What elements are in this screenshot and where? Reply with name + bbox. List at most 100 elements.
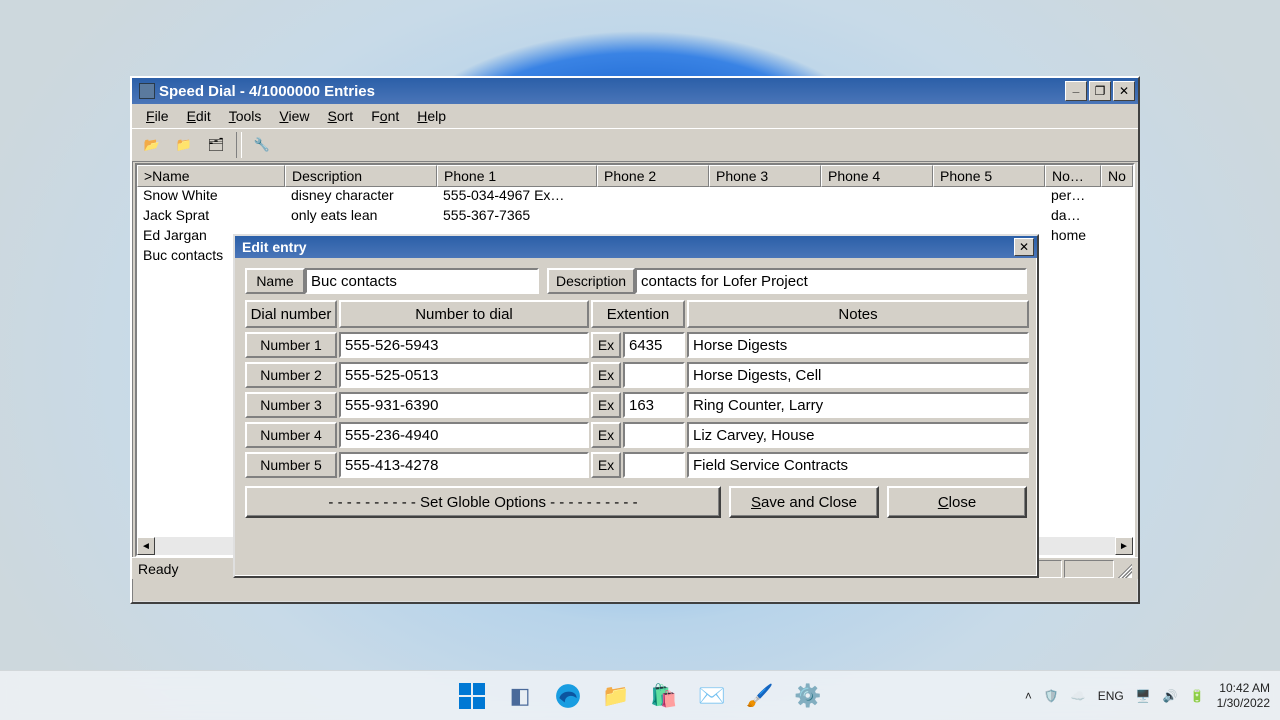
app-icon bbox=[139, 83, 155, 99]
notes3-input[interactable] bbox=[687, 392, 1029, 418]
edge-icon[interactable] bbox=[548, 676, 588, 716]
name-field[interactable] bbox=[311, 273, 533, 290]
minimize-button[interactable]: _ bbox=[1065, 81, 1087, 101]
menu-bar: File Edit Tools View Sort Font Help bbox=[132, 104, 1138, 128]
cell-phone3 bbox=[709, 207, 821, 227]
tray-weather-icon[interactable]: ☁️ bbox=[1071, 689, 1086, 703]
close-button[interactable]: ✕ bbox=[1113, 81, 1135, 101]
notes5-input[interactable] bbox=[687, 452, 1029, 478]
taskbar[interactable]: ◧ 📁 🛍️ ✉️ 🖌️ ⚙️ ˄ 🛡️ ☁️ ENG 🖥️ 🔊 🔋 10:42… bbox=[0, 670, 1280, 720]
app-icon[interactable]: 🖌️ bbox=[740, 676, 780, 716]
number3-input[interactable] bbox=[339, 392, 589, 418]
scroll-right-icon[interactable]: ► bbox=[1115, 537, 1133, 555]
col-notes1[interactable]: No… bbox=[1045, 165, 1101, 187]
description-label-button[interactable]: Description bbox=[547, 268, 635, 294]
number2-input[interactable] bbox=[339, 362, 589, 388]
ext5-input[interactable] bbox=[623, 452, 685, 478]
file-explorer-icon[interactable]: 📁 bbox=[596, 676, 636, 716]
name-label-button[interactable]: Name bbox=[245, 268, 305, 294]
close-dialog-button[interactable]: Close bbox=[887, 486, 1027, 518]
col-phone5[interactable]: Phone 5 bbox=[933, 165, 1045, 187]
ext1-input[interactable] bbox=[623, 332, 685, 358]
cell-notes: home bbox=[1045, 227, 1101, 247]
tray-language[interactable]: ENG bbox=[1098, 689, 1124, 703]
menu-help[interactable]: Help bbox=[409, 106, 454, 126]
number4-button[interactable]: Number 4 bbox=[245, 422, 337, 448]
dialog-titlebar[interactable]: Edit entry ✕ bbox=[235, 236, 1037, 258]
ext4-input[interactable] bbox=[623, 422, 685, 448]
number1-input[interactable] bbox=[339, 332, 589, 358]
toolbar-tool-icon[interactable]: 🔧 bbox=[248, 132, 276, 158]
menu-font[interactable]: Font bbox=[363, 106, 407, 126]
menu-tools[interactable]: Tools bbox=[221, 106, 270, 126]
number2-button[interactable]: Number 2 bbox=[245, 362, 337, 388]
ext3-input[interactable] bbox=[623, 392, 685, 418]
mail-icon[interactable]: ✉️ bbox=[692, 676, 732, 716]
cell-desc: disney character bbox=[285, 187, 437, 207]
start-button[interactable] bbox=[452, 676, 492, 716]
col-phone1[interactable]: Phone 1 bbox=[437, 165, 597, 187]
ex-label: Ex bbox=[591, 422, 621, 448]
task-view-icon[interactable]: ◧ bbox=[500, 676, 540, 716]
number5-input[interactable] bbox=[339, 452, 589, 478]
tray-clock[interactable]: 10:42 AM 1/30/2022 bbox=[1217, 681, 1270, 710]
ext2-input[interactable] bbox=[623, 362, 685, 388]
store-icon[interactable]: 🛍️ bbox=[644, 676, 684, 716]
cell-phone2 bbox=[597, 207, 709, 227]
notes2-input[interactable] bbox=[687, 362, 1029, 388]
resize-grip-icon[interactable] bbox=[1114, 560, 1132, 578]
main-titlebar[interactable]: Speed Dial - 4/1000000 Entries _ ❐ ✕ bbox=[132, 78, 1138, 104]
cell-name: Jack Sprat bbox=[137, 207, 285, 227]
name-input[interactable] bbox=[305, 268, 539, 294]
table-row[interactable]: Jack Sprat only eats lean 555-367-7365 d… bbox=[137, 207, 1133, 227]
settings-icon[interactable]: ⚙️ bbox=[788, 676, 828, 716]
cell-phone4 bbox=[821, 207, 933, 227]
cell-phone1: 555-034-4967 Ex… bbox=[437, 187, 597, 207]
col-name[interactable]: >Name bbox=[137, 165, 285, 187]
tray-time: 10:42 AM bbox=[1217, 681, 1270, 695]
set-global-options-button[interactable]: - - - - - - - - - - Set Globle Options -… bbox=[245, 486, 721, 518]
window-title: Speed Dial - 4/1000000 Entries bbox=[159, 83, 375, 100]
tray-display-icon[interactable]: 🖥️ bbox=[1136, 689, 1151, 703]
col-phone3[interactable]: Phone 3 bbox=[709, 165, 821, 187]
windows-logo-icon bbox=[459, 683, 485, 709]
notes1-input[interactable] bbox=[687, 332, 1029, 358]
tray-date: 1/30/2022 bbox=[1217, 696, 1270, 710]
toolbar-export-icon[interactable]: 📁 bbox=[170, 132, 198, 158]
menu-sort[interactable]: Sort bbox=[320, 106, 362, 126]
notes-header: Notes bbox=[687, 300, 1029, 328]
table-row[interactable]: Snow White disney character 555-034-4967… bbox=[137, 187, 1133, 207]
number5-button[interactable]: Number 5 bbox=[245, 452, 337, 478]
cell-notes: da… bbox=[1045, 207, 1101, 227]
ex-label: Ex bbox=[591, 392, 621, 418]
cell-phone3 bbox=[709, 187, 821, 207]
col-phone4[interactable]: Phone 4 bbox=[821, 165, 933, 187]
tray-security-icon[interactable]: 🛡️ bbox=[1044, 689, 1059, 703]
number3-button[interactable]: Number 3 bbox=[245, 392, 337, 418]
toolbar-open-icon[interactable]: 📂 bbox=[138, 132, 166, 158]
toolbar-folder-icon[interactable]: 🗂 bbox=[202, 132, 230, 158]
tray-volume-icon[interactable]: 🔊 bbox=[1163, 689, 1178, 703]
number4-input[interactable] bbox=[339, 422, 589, 448]
menu-file[interactable]: File bbox=[138, 106, 177, 126]
save-and-close-button[interactable]: Save and Close bbox=[729, 486, 879, 518]
maximize-button[interactable]: ❐ bbox=[1089, 81, 1111, 101]
tray-battery-icon[interactable]: 🔋 bbox=[1190, 689, 1205, 703]
description-input[interactable] bbox=[635, 268, 1027, 294]
cell-name: Snow White bbox=[137, 187, 285, 207]
description-field[interactable] bbox=[641, 273, 1021, 290]
cell-phone5 bbox=[933, 207, 1045, 227]
menu-edit[interactable]: Edit bbox=[179, 106, 219, 126]
scroll-left-icon[interactable]: ◄ bbox=[137, 537, 155, 555]
number1-button[interactable]: Number 1 bbox=[245, 332, 337, 358]
menu-view[interactable]: View bbox=[271, 106, 317, 126]
dialog-close-button[interactable]: ✕ bbox=[1014, 238, 1034, 256]
cell-notes: per… bbox=[1045, 187, 1101, 207]
notes4-input[interactable] bbox=[687, 422, 1029, 448]
col-phone2[interactable]: Phone 2 bbox=[597, 165, 709, 187]
status-cell bbox=[1064, 560, 1114, 578]
col-notes2[interactable]: No bbox=[1101, 165, 1133, 187]
col-desc[interactable]: Description bbox=[285, 165, 437, 187]
tray-chevron-icon[interactable]: ˄ bbox=[1025, 689, 1032, 703]
list-header: >Name Description Phone 1 Phone 2 Phone … bbox=[137, 165, 1133, 187]
